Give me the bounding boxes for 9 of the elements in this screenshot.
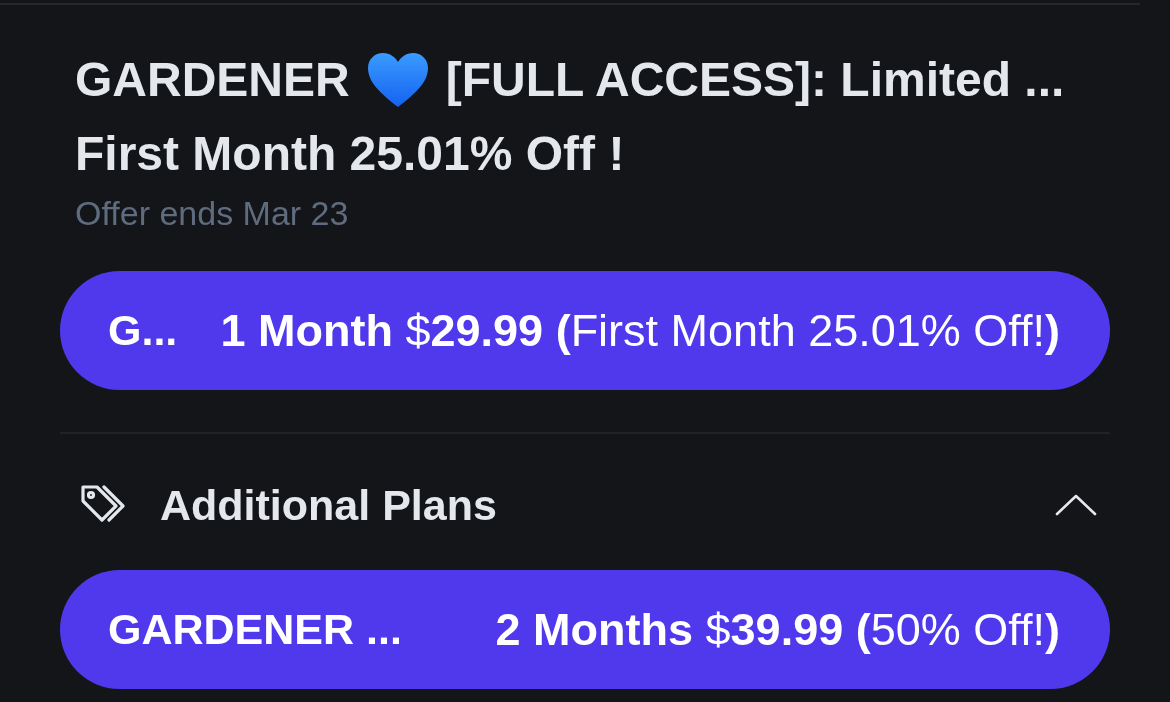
section-title: Additional Plans xyxy=(160,479,497,531)
plan-title: [FULL ACCESS]: Limited ... xyxy=(445,52,1065,108)
heart-icon xyxy=(367,53,428,107)
plan-title: GARDENER xyxy=(75,52,350,108)
chevron-up-icon[interactable] xyxy=(1055,494,1097,516)
plan-button[interactable]: G... 1 Month $29.99 (First Month 25.01% Off!) xyxy=(60,271,1110,390)
offer-headline: First Month 25.01% Off ! xyxy=(75,126,626,182)
plan-button[interactable]: GARDENER ... 2 Months $39.99 (50% Off!) xyxy=(60,570,1110,689)
offer-expiry-text: Offer ends Mar 23 xyxy=(75,193,350,234)
